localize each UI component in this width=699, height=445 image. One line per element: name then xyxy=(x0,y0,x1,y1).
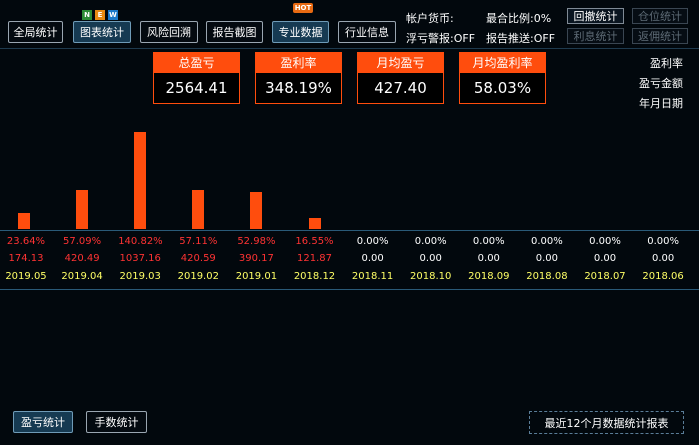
date-label-2019.01: 2019.01 xyxy=(235,271,278,282)
kpi-monthly-rate-value: 58.03% xyxy=(460,73,545,103)
rate-label-2018.07: 0.00% xyxy=(589,236,621,247)
bar-2019.01 xyxy=(250,192,263,229)
amount-label-2019.04: 420.49 xyxy=(64,253,100,264)
date-label-2018.06: 2018.06 xyxy=(642,271,684,282)
rebate-stats-button[interactable]: 返佣统计 xyxy=(632,28,688,44)
amount-label-2018.06: 0.00 xyxy=(651,253,675,264)
amount-label-2019.05: 174.13 xyxy=(8,253,44,264)
date-label-2018.09: 2018.09 xyxy=(468,271,510,282)
bar-2019.03 xyxy=(134,132,147,229)
legend-profit-amount: 盈亏金额 xyxy=(639,77,683,90)
kpi-monthly-rate: 月均盈利率 58.03% xyxy=(459,52,546,104)
float-alert-label: 浮亏警报:OFF xyxy=(406,32,476,45)
hot-badge: HOT xyxy=(293,3,313,13)
amount-label-2018.10: 0.00 xyxy=(419,253,442,264)
amount-label-2019.03: 1037.16 xyxy=(119,253,161,264)
date-label-2018.12: 2018.12 xyxy=(293,271,336,282)
global-stats-button[interactable]: 全局统计 xyxy=(8,21,63,43)
date-label-2019.05: 2019.05 xyxy=(5,271,47,282)
rate-label-2019.01: 52.98% xyxy=(237,236,276,247)
table-bottom-line xyxy=(0,289,699,290)
kpi-monthly-profit: 月均盈亏 427.40 xyxy=(357,52,444,104)
rate-label-2018.06: 0.00% xyxy=(647,236,679,247)
rate-label-2019.03: 140.82% xyxy=(118,236,163,247)
rate-label-2018.09: 0.00% xyxy=(472,236,505,247)
date-label-2018.07: 2018.07 xyxy=(584,271,626,282)
kpi-total-profit-value: 2564.41 xyxy=(154,73,239,103)
date-label-2018.10: 2018.10 xyxy=(410,271,452,282)
backtest-stats-button[interactable]: 回撤统计 xyxy=(567,8,624,24)
amount-label-2018.09: 0.00 xyxy=(477,253,500,264)
position-stats-button[interactable]: 仓位统计 xyxy=(632,8,688,24)
new-badge-w: W xyxy=(108,10,118,20)
chart-baseline xyxy=(0,230,699,231)
rate-label-2018.10: 0.00% xyxy=(414,236,447,247)
kpi-monthly-profit-value: 427.40 xyxy=(358,73,443,103)
legend-profit-rate: 盈利率 xyxy=(650,57,683,70)
account-currency-label: 帐户货币: xyxy=(406,12,454,25)
rate-label-2019.04: 57.09% xyxy=(63,236,102,247)
interest-stats-button[interactable]: 利息统计 xyxy=(567,28,624,44)
date-label-2018.08: 2018.08 xyxy=(526,271,568,282)
amount-label-2018.12: 121.87 xyxy=(297,253,332,264)
kpi-profit-rate-label: 盈利率 xyxy=(256,53,341,73)
toolbar-divider xyxy=(0,48,699,49)
risk-backtrack-button[interactable]: 风险回溯 xyxy=(140,21,198,43)
date-label-2019.03: 2019.03 xyxy=(119,271,161,282)
rate-label-2018.08: 0.00% xyxy=(531,236,563,247)
date-label-2019.04: 2019.04 xyxy=(61,271,103,282)
kpi-monthly-rate-label: 月均盈利率 xyxy=(460,53,545,73)
kpi-total-profit: 总盈亏 2564.41 xyxy=(153,52,240,104)
pro-data-button[interactable]: 专业数据 xyxy=(272,21,329,43)
industry-info-button[interactable]: 行业信息 xyxy=(338,21,396,43)
recent-12-month-report-label: 最近12个月数据统计报表 xyxy=(529,411,684,434)
new-badge-e: E xyxy=(95,10,105,20)
amount-label-2018.08: 0.00 xyxy=(535,253,559,264)
report-push-label: 报告推送:OFF xyxy=(486,32,556,45)
bar-2019.05 xyxy=(18,213,30,229)
bar-2019.04 xyxy=(76,190,89,229)
rate-label-2018.11: 0.00% xyxy=(356,236,389,247)
rate-label-2018.12: 16.55% xyxy=(295,236,334,247)
lot-stats-tab[interactable]: 手数统计 xyxy=(86,411,147,433)
amount-label-2019.01: 390.17 xyxy=(238,253,274,264)
profit-stats-tab[interactable]: 盈亏统计 xyxy=(13,411,73,433)
position-ratio-label: 最合比例:0% xyxy=(486,12,552,25)
amount-label-2018.07: 0.00 xyxy=(593,253,617,264)
kpi-monthly-profit-label: 月均盈亏 xyxy=(358,53,443,73)
date-label-2019.02: 2019.02 xyxy=(177,271,219,282)
legend-date: 年月日期 xyxy=(639,97,683,110)
chart-stats-button[interactable]: 图表统计 xyxy=(73,21,131,43)
new-badge-n: N xyxy=(82,10,92,20)
bar-2019.02 xyxy=(192,190,205,229)
amount-label-2019.02: 420.59 xyxy=(180,253,216,264)
date-label-2018.11: 2018.11 xyxy=(351,271,394,282)
kpi-profit-rate-value: 348.19% xyxy=(256,73,341,103)
report-screenshot-button[interactable]: 报告截图 xyxy=(206,21,263,43)
kpi-total-profit-label: 总盈亏 xyxy=(154,53,239,73)
rate-label-2019.05: 23.64% xyxy=(6,236,46,247)
bar-2018.12 xyxy=(308,218,321,229)
rate-label-2019.02: 57.11% xyxy=(179,236,218,247)
amount-label-2018.11: 0.00 xyxy=(361,253,384,264)
kpi-profit-rate: 盈利率 348.19% xyxy=(255,52,342,104)
